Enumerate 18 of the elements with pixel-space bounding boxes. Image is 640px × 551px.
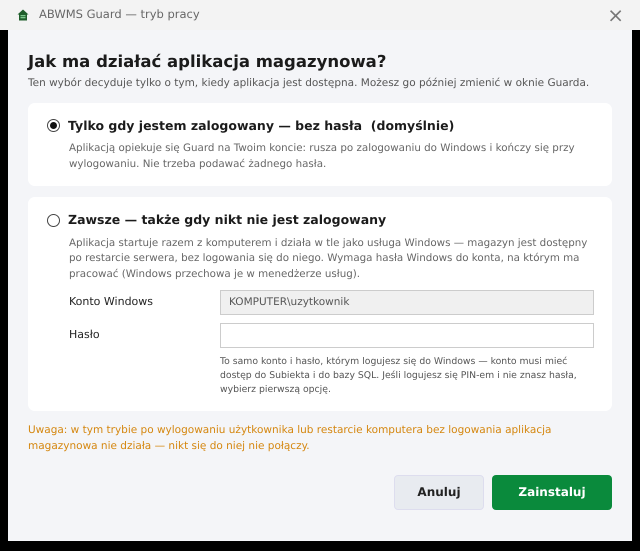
option-description: Aplikacją opiekuje się Guard na Twoim koncie: rusza po zalogowaniu do Windows i kończy się przy wylogowaniu. Nie trzeba podawać żadnego hasła. xyxy=(69,141,576,172)
subtitle: Ten wybór decyduje tylko o tym, kiedy aplikacja jest dostępna. Możesz go później zmienić w oknie Guarda. xyxy=(28,76,590,91)
input-field[interactable] xyxy=(220,323,594,348)
option-label[interactable]: Zawsze — także gdy nikt nie jest zalogowany xyxy=(68,211,386,230)
warning-text: Uwaga: w tym trybie po wylogowaniu użytkownika lub restarcie komputera bez logowania aplikacja magazynowa nie działa — nikt się do niej nie połączy. xyxy=(28,423,552,454)
close-button[interactable]: × xyxy=(603,5,628,25)
field-hint: To samo konto i hasło, którym logujesz się do Windows — konto musi mieć dostęp do Subiekta i do bazy SQL. Jeśli logujesz się PIN-em i nie znasz hasła, wybierz pierwszą opcję. xyxy=(220,355,578,398)
cancel-button[interactable]: Anuluj xyxy=(394,474,484,510)
install-button[interactable]: Zainstaluj xyxy=(492,474,612,510)
radio-button[interactable] xyxy=(47,119,60,132)
field-label: Hasło xyxy=(69,327,101,344)
window-title: ABWMS Guard — tryb pracy xyxy=(39,6,200,24)
field-label: Konto Windows xyxy=(69,294,154,310)
house-icon xyxy=(17,9,29,21)
radio-button[interactable] xyxy=(47,214,60,228)
dialog-heading: Jak ma działać aplikacja magazynowa? xyxy=(28,52,388,72)
option-label[interactable]: Tylko gdy jestem zalogowany — bez hasła (domyślnie) xyxy=(68,116,454,136)
option-description: Aplikacja startuje razem z komputerem i działa w tle jako usługa Windows — magazyn jest dostępny po restarcie serwera, bez logowania się do niego. Wymaga hasła Windows do konta, na którym ma pracować (Windows przechowa je w menedżerze usług). xyxy=(69,236,588,282)
